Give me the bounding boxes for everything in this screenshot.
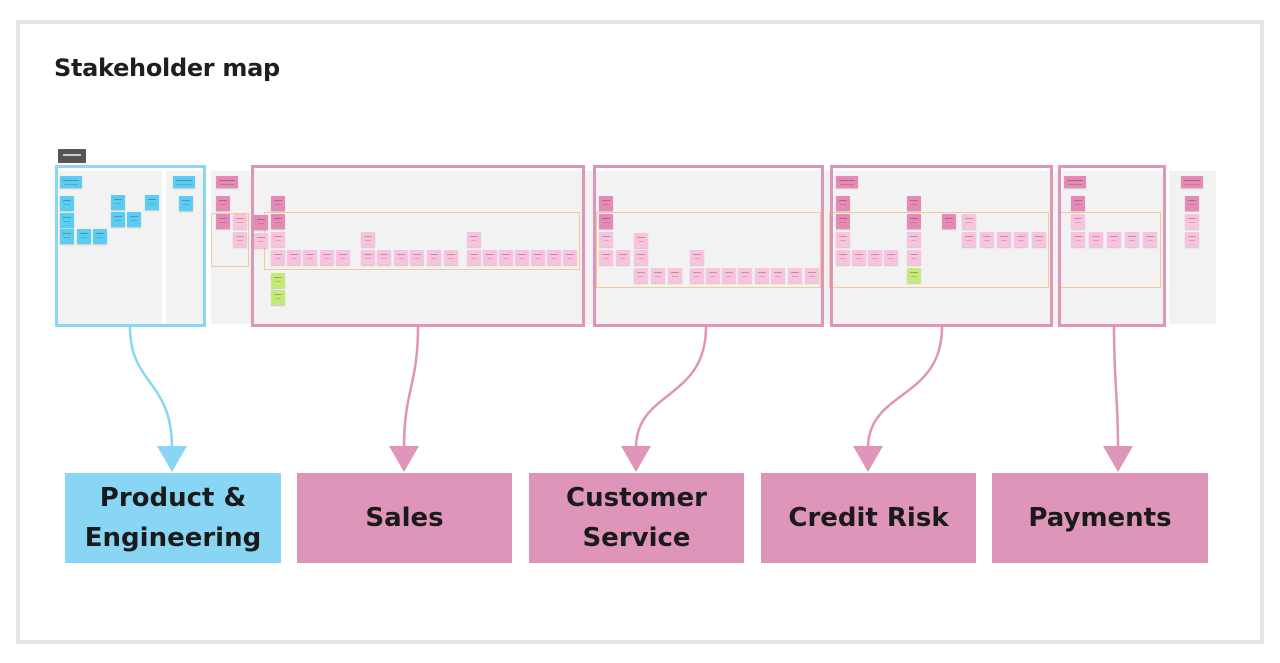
- label-line: Service: [582, 523, 691, 553]
- connector-line[interactable]: [128, 326, 174, 449]
- connector-line[interactable]: [866, 326, 944, 449]
- arrowhead-icon: [1103, 446, 1133, 472]
- connector-line[interactable]: [1112, 326, 1120, 449]
- label-line: Engineering: [84, 523, 262, 553]
- label-product-engineering[interactable]: Product & Engineering: [65, 473, 281, 563]
- label-sales[interactable]: Sales: [297, 473, 512, 563]
- arrowhead-icon: [389, 446, 419, 472]
- connector-line[interactable]: [402, 326, 420, 449]
- label-customer-service[interactable]: Customer Service: [529, 473, 744, 563]
- arrowhead-icon: [157, 446, 187, 472]
- label-line: Credit Risk: [788, 503, 949, 533]
- label-line: Product &: [99, 483, 247, 513]
- label-line: Customer: [566, 483, 707, 513]
- arrowhead-icon: [621, 446, 651, 472]
- label-credit-risk[interactable]: Credit Risk: [761, 473, 976, 563]
- arrowhead-icon: [853, 446, 883, 472]
- label-payments[interactable]: Payments: [992, 473, 1208, 563]
- connector-arrows: [128, 326, 1133, 472]
- connector-line[interactable]: [634, 326, 708, 449]
- label-line: Payments: [1028, 503, 1172, 533]
- label-line: Sales: [365, 503, 444, 533]
